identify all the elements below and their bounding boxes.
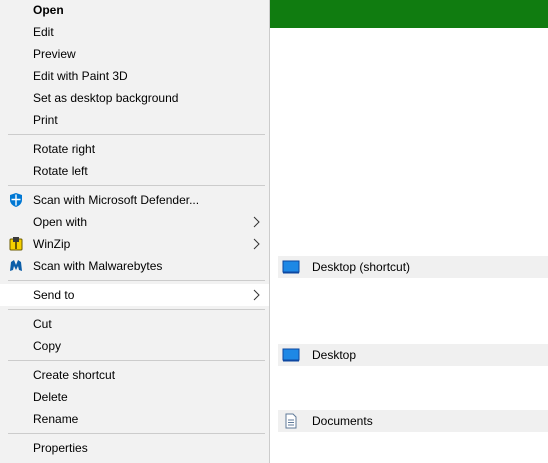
menu-item-label: Edit with Paint 3D: [33, 69, 128, 83]
desktop-icon: [282, 348, 300, 362]
menu-item-edit-paint3d[interactable]: Edit with Paint 3D: [0, 65, 269, 87]
menu-separator: [8, 185, 265, 186]
send-to-item-label: Desktop (shortcut): [312, 260, 411, 274]
menu-item-label: Scan with Microsoft Defender...: [33, 193, 200, 207]
menu-item-label: Rename: [33, 412, 79, 426]
menu-item-open[interactable]: Open: [0, 0, 269, 21]
menu-separator: [8, 309, 265, 310]
chevron-right-icon: [251, 216, 261, 228]
menu-item-label: Preview: [33, 47, 76, 61]
send-to-submenu: [270, 30, 548, 463]
malwarebytes-icon: [8, 258, 24, 274]
defender-shield-icon: [8, 192, 24, 208]
menu-separator: [8, 280, 265, 281]
menu-item-print[interactable]: Print: [0, 109, 269, 131]
menu-item-label: Rotate left: [33, 164, 88, 178]
menu-separator: [8, 360, 265, 361]
menu-item-send-to[interactable]: Send to: [0, 284, 269, 306]
menu-item-label: Delete: [33, 390, 68, 404]
menu-item-label: Print: [33, 113, 58, 127]
menu-item-label: Properties: [33, 441, 88, 455]
send-to-desktop[interactable]: Desktop: [278, 344, 548, 366]
menu-item-set-desktop-background[interactable]: Set as desktop background: [0, 87, 269, 109]
desktop-icon: [282, 260, 300, 274]
menu-item-label: Rotate right: [33, 142, 96, 156]
menu-item-label: Scan with Malwarebytes: [33, 259, 163, 273]
menu-item-copy[interactable]: Copy: [0, 335, 269, 357]
menu-item-label: Open: [33, 3, 64, 17]
send-to-documents[interactable]: Documents: [278, 410, 548, 432]
menu-item-label: Create shortcut: [33, 368, 116, 382]
send-to-item-label: Documents: [312, 414, 373, 428]
menu-item-delete[interactable]: Delete: [0, 386, 269, 408]
menu-item-scan-malwarebytes[interactable]: Scan with Malwarebytes: [0, 255, 269, 277]
menu-item-preview[interactable]: Preview: [0, 43, 269, 65]
menu-item-properties[interactable]: Properties: [0, 437, 269, 459]
context-menu: Open Edit Preview Edit with Paint 3D Set…: [0, 0, 270, 463]
menu-item-label: Copy: [33, 339, 62, 353]
menu-item-winzip[interactable]: WinZip: [0, 233, 269, 255]
menu-item-label: Edit: [33, 25, 54, 39]
menu-item-label: WinZip: [33, 237, 71, 251]
send-to-desktop-shortcut[interactable]: Desktop (shortcut): [278, 256, 548, 278]
menu-item-create-shortcut[interactable]: Create shortcut: [0, 364, 269, 386]
menu-item-rotate-right[interactable]: Rotate right: [0, 138, 269, 160]
menu-separator: [8, 433, 265, 434]
menu-item-open-with[interactable]: Open with: [0, 211, 269, 233]
menu-separator: [8, 134, 265, 135]
send-to-item-label: Desktop: [312, 348, 357, 362]
menu-item-rename[interactable]: Rename: [0, 408, 269, 430]
menu-item-label: Cut: [33, 317, 52, 331]
menu-item-scan-defender[interactable]: Scan with Microsoft Defender...: [0, 189, 269, 211]
documents-icon: [282, 413, 300, 429]
winzip-icon: [8, 236, 24, 252]
menu-item-label: Send to: [33, 288, 75, 302]
menu-item-label: Open with: [33, 215, 88, 229]
background-header-bar: [270, 0, 548, 28]
menu-item-edit[interactable]: Edit: [0, 21, 269, 43]
menu-item-label: Set as desktop background: [33, 91, 179, 105]
menu-item-rotate-left[interactable]: Rotate left: [0, 160, 269, 182]
chevron-right-icon: [251, 289, 261, 301]
chevron-right-icon: [251, 238, 261, 250]
menu-item-cut[interactable]: Cut: [0, 313, 269, 335]
